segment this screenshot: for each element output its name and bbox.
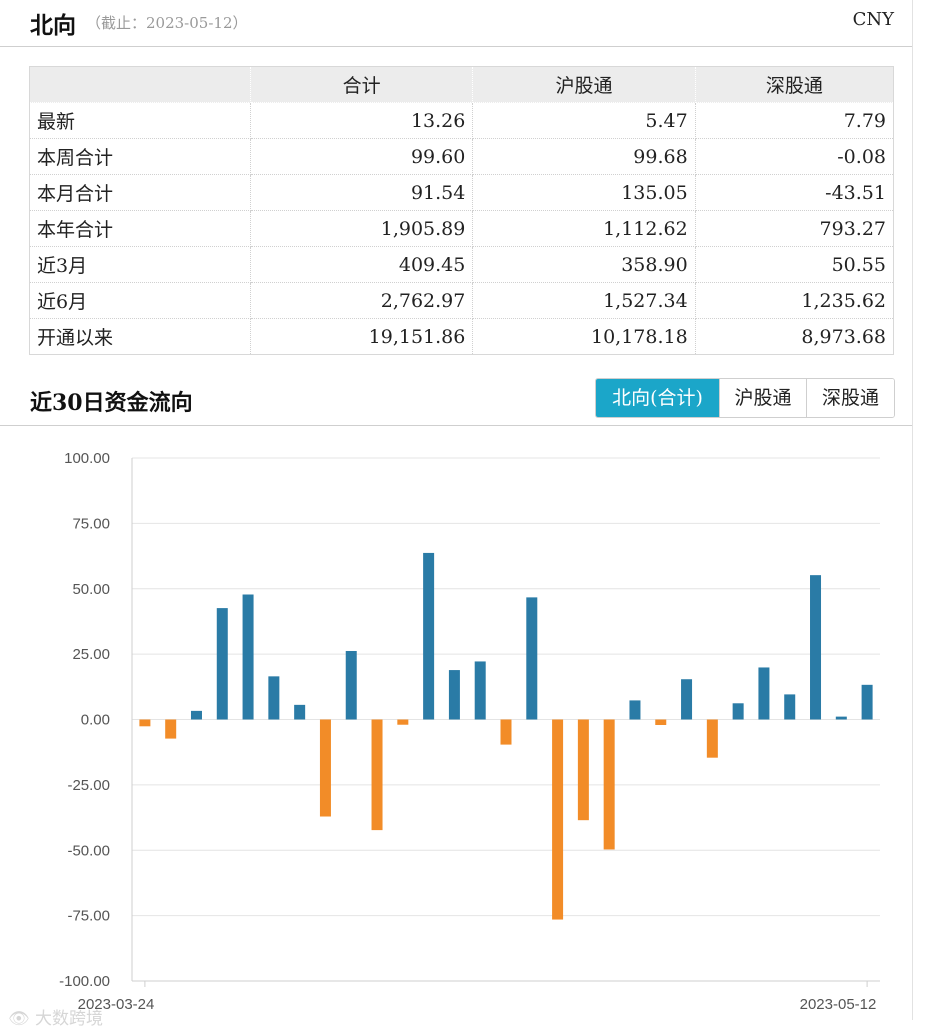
bar	[474, 661, 486, 720]
table-row: 近3月 409.45 358.90 50.55	[29, 246, 895, 283]
cell-sh: 358.90	[472, 246, 696, 283]
cell-total: 13.26	[249, 102, 474, 139]
bar	[345, 650, 357, 720]
as-of-date: （截止：2023-05-12）	[86, 14, 248, 32]
right-border	[912, 0, 913, 1020]
table-row: 近6月 2,762.97 1,527.34 1,235.62	[29, 282, 895, 319]
bar	[861, 684, 873, 720]
row-label: 开通以来	[29, 318, 251, 355]
table-row: 最新 13.26 5.47 7.79	[29, 102, 895, 139]
cell-sh: 1,112.62	[472, 210, 696, 247]
row-label: 本周合计	[29, 138, 251, 175]
currency-label: CNY	[852, 9, 894, 30]
table-row: 开通以来 19,151.86 10,178.18 8,973.68	[29, 318, 895, 355]
cell-sz: -43.51	[694, 174, 895, 211]
bar	[242, 594, 254, 720]
bar	[835, 716, 847, 720]
x-tick-label-end: 2023-05-12	[800, 996, 877, 1013]
cell-total: 91.54	[249, 174, 474, 211]
row-label: 近6月	[29, 282, 251, 319]
bar	[732, 703, 744, 720]
y-tick-label: 50.00	[72, 581, 110, 598]
summary-table: 合计 沪股通 深股通 最新 13.26 5.47 7.79 本周合计 99.60…	[29, 66, 895, 355]
cell-total: 2,762.97	[249, 282, 474, 319]
section-title: 近30日资金流向	[30, 390, 193, 416]
tab-shanghai-connect[interactable]: 沪股通	[719, 379, 806, 417]
cell-sh: 10,178.18	[472, 318, 696, 355]
eye-logo-icon: 👁	[8, 1009, 30, 1029]
y-tick-label: -50.00	[67, 842, 110, 859]
bar	[216, 608, 228, 720]
watermark-text: 大数跨境	[35, 1009, 103, 1029]
bar	[603, 719, 615, 850]
cell-sz: 7.79	[694, 102, 895, 139]
cell-sh: 5.47	[472, 102, 696, 139]
cell-total: 409.45	[249, 246, 474, 283]
bar	[139, 719, 151, 727]
bar	[371, 719, 383, 831]
flow-section-header: 近30日资金流向 北向(合计) 沪股通 深股通	[0, 378, 912, 426]
y-tick-label: 100.00	[64, 450, 110, 467]
summary-header-row: 合计 沪股通 深股通	[29, 66, 895, 103]
row-label: 最新	[29, 102, 251, 139]
bar	[552, 719, 564, 920]
summary-header-blank	[29, 66, 251, 103]
flow-bar-chart: 100.00 75.00 50.00 25.00 0.00 -25.00 -50.00 -75…	[59, 450, 880, 1013]
table-row: 本月合计 91.54 135.05 -43.51	[29, 174, 895, 211]
y-tick-label: -25.00	[67, 777, 110, 794]
bar	[448, 670, 460, 720]
y-tick-label: -100.00	[59, 973, 110, 990]
bar	[397, 719, 409, 725]
bar	[758, 667, 770, 720]
table-row: 本年合计 1,905.89 1,112.62 793.27	[29, 210, 895, 247]
cell-sh: 99.68	[472, 138, 696, 175]
cell-total: 99.60	[249, 138, 474, 175]
bar	[629, 700, 641, 720]
y-tick-label: 75.00	[72, 515, 110, 532]
cell-sz: -0.08	[694, 138, 895, 175]
bar	[268, 676, 280, 720]
bar	[706, 719, 718, 758]
cell-sz: 8,973.68	[694, 318, 895, 355]
bar	[294, 704, 306, 720]
bar	[165, 719, 177, 739]
watermark: 👁 大数跨境	[8, 1004, 103, 1029]
bar	[681, 679, 693, 720]
summary-header-sz: 深股通	[694, 66, 895, 103]
row-label: 近3月	[29, 246, 251, 283]
cell-sh: 135.05	[472, 174, 696, 211]
tab-shenzhen-connect[interactable]: 深股通	[806, 379, 894, 417]
y-tick-label: 0.00	[81, 712, 110, 729]
page-title: 北向	[30, 12, 76, 39]
row-label: 本年合计	[29, 210, 251, 247]
cell-sz: 1,235.62	[694, 282, 895, 319]
bar	[655, 719, 667, 725]
bar	[319, 719, 331, 817]
summary-header-total: 合计	[249, 66, 474, 103]
y-tick-label: 25.00	[72, 646, 110, 663]
market-toggle: 北向(合计) 沪股通 深股通	[595, 378, 895, 418]
table-row: 本周合计 99.60 99.68 -0.08	[29, 138, 895, 175]
cell-sh: 1,527.34	[472, 282, 696, 319]
cell-sz: 50.55	[694, 246, 895, 283]
cell-total: 1,905.89	[249, 210, 474, 247]
bar	[810, 575, 822, 720]
bar	[526, 597, 538, 720]
summary-header-sh: 沪股通	[472, 66, 696, 103]
bar	[784, 694, 796, 720]
cell-sz: 793.27	[694, 210, 895, 247]
cell-total: 19,151.86	[249, 318, 474, 355]
tab-northbound-total[interactable]: 北向(合计)	[596, 379, 719, 417]
bar	[190, 710, 202, 720]
bar	[423, 552, 435, 720]
y-tick-label: -75.00	[67, 908, 110, 925]
bar	[500, 719, 512, 745]
bar	[577, 719, 589, 821]
row-label: 本月合计	[29, 174, 251, 211]
page-header: 北向 （截止：2023-05-12） CNY	[0, 0, 912, 47]
